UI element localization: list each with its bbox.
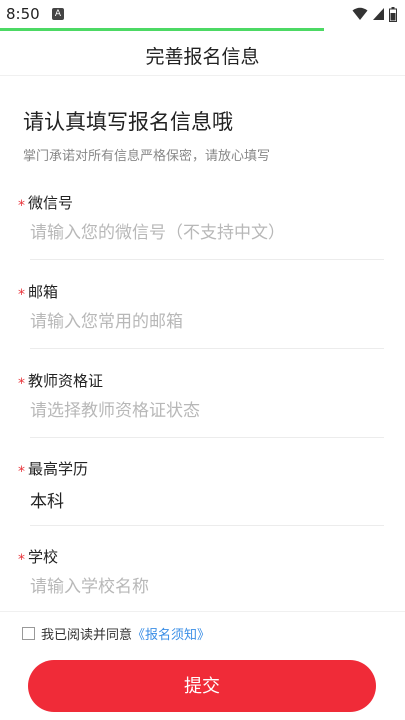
agreement-divider: [0, 611, 405, 612]
agreement-checkbox[interactable]: [22, 627, 35, 640]
notification-icon: A: [52, 8, 64, 20]
field-divider: [30, 525, 384, 526]
school-label: * 学校: [18, 548, 59, 568]
education-label: * 最高学历: [18, 460, 89, 480]
required-mark: *: [18, 287, 25, 303]
agreement-link[interactable]: 《报名须知》: [132, 624, 210, 643]
status-time: 8:50: [6, 5, 40, 23]
school-input[interactable]: [30, 570, 376, 604]
agreement-row: 我已阅读并同意 《报名须知》: [22, 624, 210, 643]
email-input[interactable]: [30, 305, 376, 339]
page-title: 完善报名信息: [145, 46, 260, 68]
required-mark: *: [18, 464, 25, 480]
status-bar: 8:50 A: [0, 0, 405, 28]
education-field: * 最高学历: [18, 458, 384, 546]
wechat-field: * 微信号: [18, 192, 384, 280]
status-icons: [352, 6, 397, 22]
intro-subtitle: 掌门承诺对所有信息严格保密，请放心填写: [23, 149, 271, 164]
submit-button[interactable]: 提交: [28, 660, 376, 712]
field-divider: [30, 348, 384, 349]
field-divider: [30, 437, 384, 438]
app-header: 完善报名信息: [0, 31, 405, 76]
required-mark: *: [18, 198, 25, 214]
school-field: * 学校: [18, 546, 384, 634]
email-field: * 邮箱: [18, 281, 384, 369]
email-label: * 邮箱: [18, 283, 59, 303]
teacher-cert-select[interactable]: [30, 394, 376, 428]
wifi-icon: [352, 7, 368, 20]
agreement-text: 我已阅读并同意: [41, 628, 133, 643]
required-mark: *: [18, 376, 25, 392]
wechat-input[interactable]: [30, 216, 376, 250]
field-divider: [30, 259, 384, 260]
wechat-label: * 微信号: [18, 194, 74, 214]
education-select[interactable]: [30, 482, 376, 516]
teacher-cert-label: * 教师资格证: [18, 372, 104, 392]
battery-icon: [389, 6, 397, 22]
required-mark: *: [18, 552, 25, 568]
signal-icon: [373, 8, 384, 20]
intro-title: 请认真填写报名信息哦: [23, 110, 233, 134]
teacher-cert-field: * 教师资格证: [18, 370, 384, 458]
